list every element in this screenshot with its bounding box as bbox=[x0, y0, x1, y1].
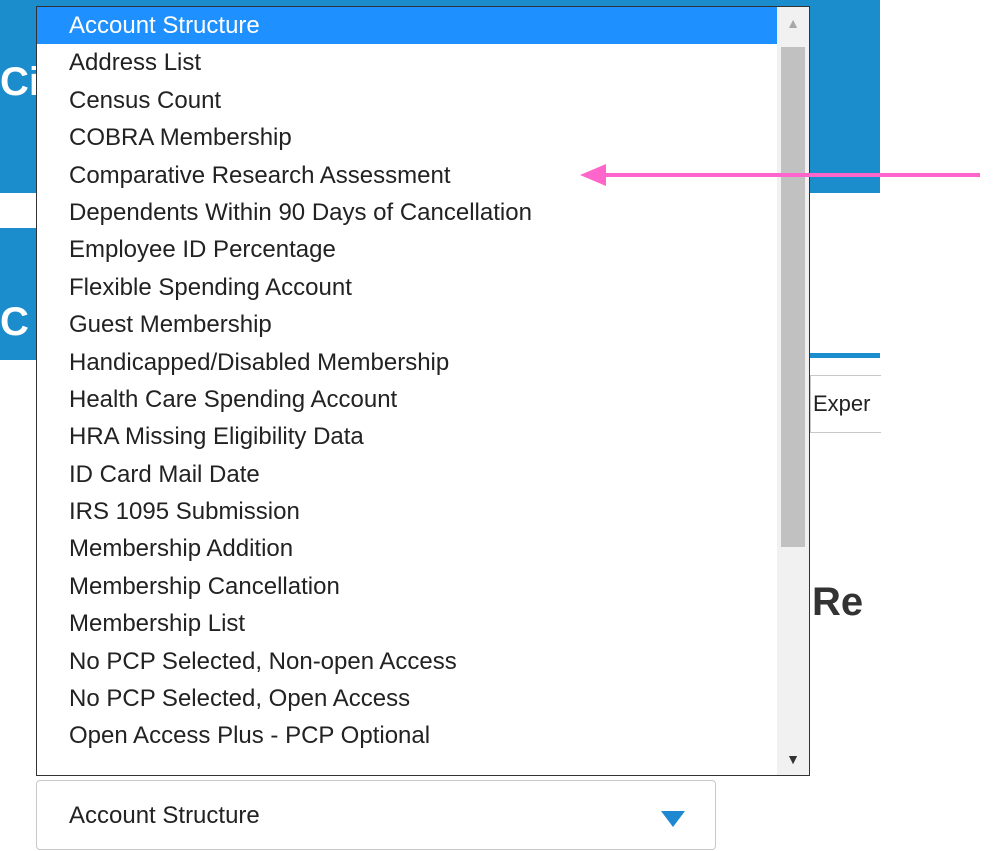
dropdown-option[interactable]: HRA Missing Eligibility Data bbox=[37, 418, 777, 455]
select-value: Account Structure bbox=[69, 802, 260, 829]
dropdown-option[interactable]: No PCP Selected, Open Access bbox=[37, 680, 777, 717]
dropdown-option[interactable]: Membership Cancellation bbox=[37, 568, 777, 605]
dropdown-option[interactable]: Guest Membership bbox=[37, 306, 777, 343]
dropdown-option[interactable]: Flexible Spending Account bbox=[37, 269, 777, 306]
dropdown-option[interactable]: COBRA Membership bbox=[37, 119, 777, 156]
report-type-dropdown-list[interactable]: Account Structure Address List Census Coun… bbox=[36, 6, 810, 776]
dropdown-option[interactable]: Census Count bbox=[37, 82, 777, 119]
dropdown-scrollbar[interactable]: ▲ ▼ bbox=[777, 7, 809, 775]
heading-fragment: Re bbox=[812, 580, 864, 624]
scroll-up-icon[interactable]: ▲ bbox=[777, 7, 809, 39]
dropdown-option[interactable]: Dependents Within 90 Days of Cancellatio… bbox=[37, 194, 777, 231]
dropdown-options: Account Structure Address List Census Coun… bbox=[37, 7, 777, 775]
tab-underline bbox=[810, 353, 880, 358]
dropdown-option[interactable]: Health Care Spending Account bbox=[37, 381, 777, 418]
dropdown-option[interactable]: Address List bbox=[37, 44, 777, 81]
header-title-fragment: Ci bbox=[0, 60, 40, 104]
section-title-fragment: C bbox=[0, 300, 29, 344]
tab-fragment[interactable]: Exper bbox=[810, 375, 881, 433]
dropdown-option[interactable]: Account Structure bbox=[37, 7, 777, 45]
dropdown-option[interactable]: Handicapped/Disabled Membership bbox=[37, 344, 777, 381]
dropdown-option[interactable]: No PCP Selected, Non-open Access bbox=[37, 643, 777, 680]
dropdown-option[interactable]: ID Card Mail Date bbox=[37, 456, 777, 493]
dropdown-option[interactable]: Employee ID Percentage bbox=[37, 231, 777, 268]
annotation-arrow-icon bbox=[580, 164, 980, 186]
dropdown-option[interactable]: Membership Addition bbox=[37, 530, 777, 567]
dropdown-option[interactable]: Open Access Plus - PCP Optional bbox=[37, 717, 777, 754]
dropdown-option[interactable]: Membership List bbox=[37, 605, 777, 642]
scroll-down-icon[interactable]: ▼ bbox=[777, 743, 809, 775]
dropdown-option[interactable]: IRS 1095 Submission bbox=[37, 493, 777, 530]
chevron-down-icon[interactable] bbox=[661, 811, 685, 827]
scroll-thumb[interactable] bbox=[781, 47, 805, 547]
report-type-select[interactable]: Account Structure bbox=[36, 780, 716, 850]
